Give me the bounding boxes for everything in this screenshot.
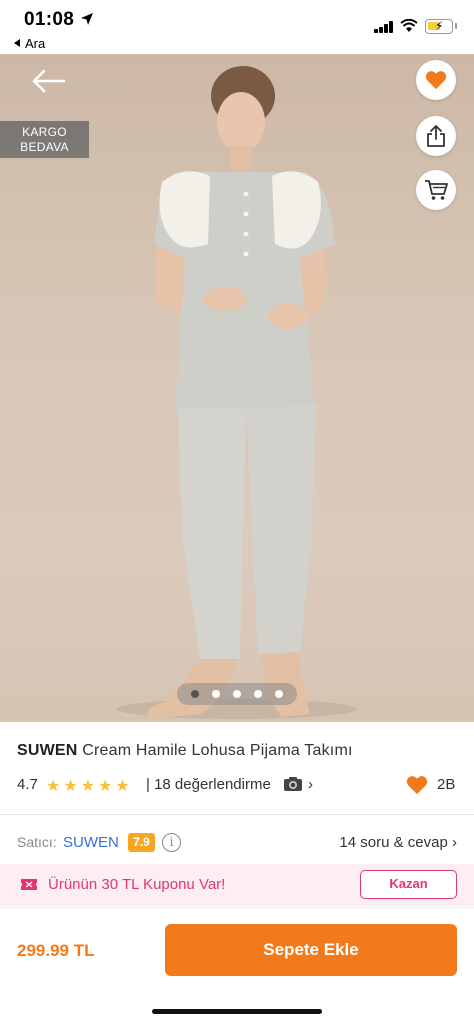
seller-score-badge: 7.9: [128, 833, 155, 852]
star-icon: ★: [98, 778, 113, 795]
rating-stars: ★ ★ ★ ★ ★: [46, 776, 133, 796]
seller-name-link[interactable]: SUWEN: [63, 834, 119, 851]
product-title: SUWEN Cream Hamile Lohusa Pijama Takımı: [17, 742, 353, 760]
favorite-heart-icon[interactable]: [405, 775, 429, 795]
status-bar: 01:08 Ara ⚡: [0, 0, 474, 54]
star-icon: ★: [63, 778, 78, 795]
chevron-right-icon: ›: [308, 776, 313, 793]
signal-icon: [374, 21, 394, 33]
coupon-banner: Ürünün 30 TL Kuponu Var! Kazan: [0, 864, 474, 906]
back-app-label: Ara: [25, 36, 46, 51]
product-brand[interactable]: SUWEN: [17, 742, 78, 759]
questions-link[interactable]: 14 soru & cevap ›: [339, 834, 457, 851]
carousel-dot[interactable]: [275, 690, 283, 698]
cart-icon: [425, 180, 448, 200]
seller-row: Satıcı: SUWEN 7.9 i 14 soru & cevap ›: [17, 832, 457, 854]
carousel-dot[interactable]: [212, 690, 220, 698]
claim-coupon-button[interactable]: Kazan: [360, 870, 457, 899]
carousel-indicator[interactable]: [177, 683, 297, 705]
star-icon: ★: [115, 778, 130, 795]
status-time: 01:08: [24, 9, 75, 30]
favorite-count: 2B: [437, 776, 456, 793]
divider: [0, 814, 474, 815]
carousel-dot-active[interactable]: [191, 690, 199, 698]
add-to-cart-button[interactable]: Sepete Ekle: [165, 924, 457, 976]
wifi-icon: [400, 19, 418, 32]
product-image-carousel[interactable]: KARGO BEDAVA: [0, 54, 474, 722]
review-count[interactable]: | 18 değerlendirme: [146, 776, 271, 793]
coupon-ticket-icon: [21, 879, 37, 890]
location-arrow-icon: [81, 13, 93, 25]
free-shipping-badge: KARGO BEDAVA: [0, 121, 89, 158]
back-triangle-icon: [14, 39, 20, 47]
questions-label: 14 soru & cevap: [339, 834, 448, 851]
rating-row[interactable]: 4.7 ★ ★ ★ ★ ★ | 18 değerlendirme › 2B: [17, 775, 457, 797]
back-to-app-link[interactable]: Ara: [14, 36, 45, 51]
coupon-text: Ürünün 30 TL Kuponu Var!: [48, 876, 226, 893]
info-icon[interactable]: i: [162, 833, 181, 852]
star-icon: ★: [46, 778, 61, 795]
share-icon: [427, 125, 445, 147]
badge-line2: BEDAVA: [20, 140, 69, 154]
heart-icon: [425, 71, 447, 90]
battery-icon: ⚡: [425, 19, 457, 34]
camera-icon: [284, 777, 302, 791]
home-indicator[interactable]: [152, 1009, 322, 1014]
share-button[interactable]: [416, 116, 456, 156]
carousel-dot[interactable]: [233, 690, 241, 698]
carousel-dot[interactable]: [254, 690, 262, 698]
star-icon: ★: [80, 778, 96, 795]
cart-button[interactable]: [416, 170, 456, 210]
badge-line1: KARGO: [22, 125, 67, 139]
chevron-right-icon: ›: [452, 834, 457, 851]
rating-value: 4.7: [17, 776, 38, 793]
bottom-bar: 299.99 TL Sepete Ekle: [0, 907, 474, 1024]
product-name: Cream Hamile Lohusa Pijama Takımı: [82, 742, 353, 759]
favorite-button[interactable]: [416, 60, 456, 100]
seller-label: Satıcı:: [17, 834, 57, 850]
product-price: 299.99 TL: [17, 941, 95, 960]
back-arrow-icon[interactable]: [30, 68, 66, 94]
